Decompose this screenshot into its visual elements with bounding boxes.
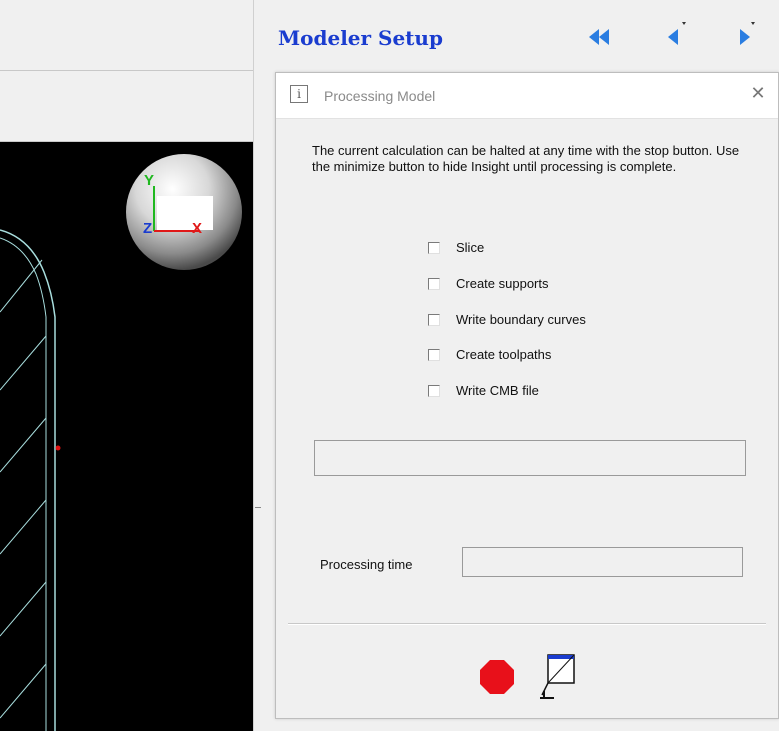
close-button[interactable]: ✕ <box>746 81 770 105</box>
minimize-button[interactable] <box>540 649 576 701</box>
step-label: Write boundary curves <box>456 312 586 327</box>
minimize-window-icon <box>540 654 575 699</box>
double-chevron-left-icon <box>589 29 609 45</box>
step-checkbox[interactable] <box>428 242 440 254</box>
nav-next-button[interactable] <box>732 22 762 52</box>
processing-time-label: Processing time <box>320 557 413 572</box>
close-icon: ✕ <box>750 83 766 103</box>
dialog-description: The current calculation can be halted at… <box>312 143 740 174</box>
step-checkbox[interactable] <box>428 278 440 290</box>
step-label: Create toolpaths <box>456 347 552 362</box>
dialog-titlebar[interactable]: i Processing Model ✕ <box>276 73 778 119</box>
step-checkbox[interactable] <box>428 349 440 361</box>
step-checkbox[interactable] <box>428 314 440 326</box>
dialog-title: Processing Model <box>324 88 436 104</box>
step-checkbox[interactable] <box>428 385 440 397</box>
triangle-right-icon <box>740 22 755 45</box>
orientation-gizmo[interactable]: Y Z X <box>124 152 244 272</box>
axis-z-label: Z <box>143 220 153 237</box>
processing-model-dialog: i Processing Model ✕ The current calcula… <box>275 72 779 719</box>
3d-viewport[interactable]: Y Z X <box>0 142 253 731</box>
triangle-left-icon <box>668 22 686 45</box>
nav-prev-button[interactable] <box>660 22 690 52</box>
processing-time-field <box>462 547 743 577</box>
panel-title: Modeler Setup <box>278 26 443 50</box>
stop-octagon-icon <box>480 660 514 694</box>
dialog-separator <box>288 623 766 625</box>
axis-y-label: Y <box>144 172 155 189</box>
panel-splitter[interactable] <box>253 0 264 731</box>
panel-header: Modeler Setup <box>264 0 779 70</box>
stop-button[interactable] <box>479 659 515 695</box>
left-toolbar-area <box>0 0 256 71</box>
info-icon: i <box>290 85 308 103</box>
step-label: Write CMB file <box>456 383 539 398</box>
progress-bar <box>314 440 746 476</box>
step-label: Slice <box>456 240 485 255</box>
step-label: Create supports <box>456 276 549 291</box>
left-secondary-toolbar <box>0 71 256 142</box>
nav-first-button[interactable] <box>584 22 614 52</box>
axis-x-label: X <box>192 220 203 237</box>
